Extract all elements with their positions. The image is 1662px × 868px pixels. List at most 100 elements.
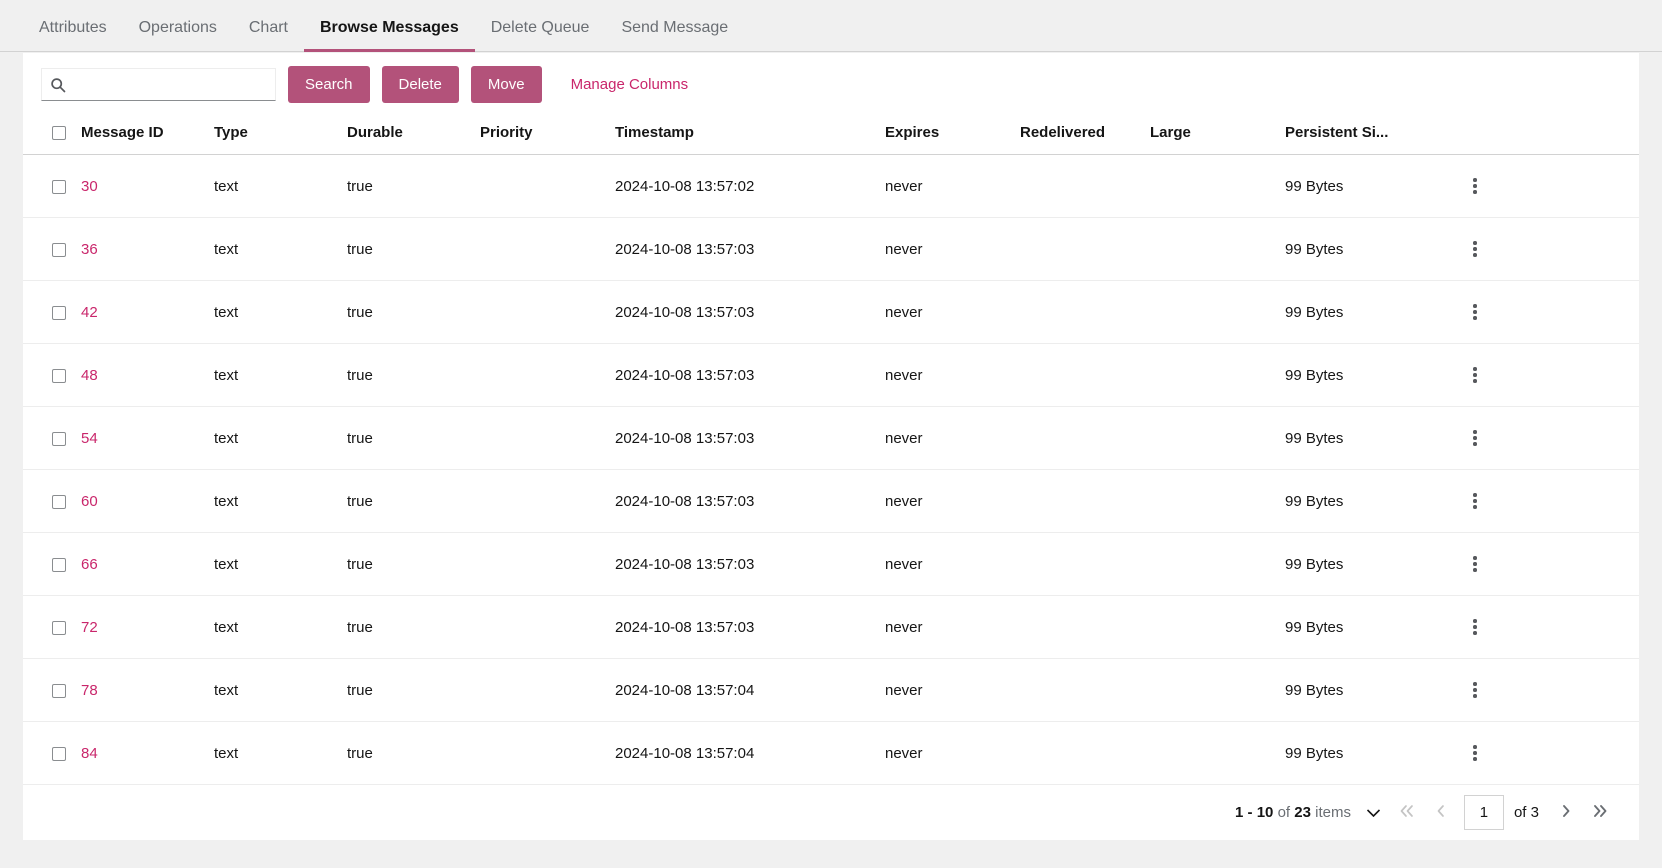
delete-button[interactable]: Delete [382,66,459,103]
column-header-priority[interactable]: Priority [480,116,615,155]
table-row[interactable]: 66texttrue2024-10-08 13:57:03never99 Byt… [23,533,1639,596]
message-id-link[interactable]: 60 [81,493,98,510]
row-checkbox[interactable] [52,369,66,383]
message-id-link[interactable]: 30 [81,178,98,195]
column-header-redelivered[interactable]: Redelivered [1020,116,1150,155]
table-row[interactable]: 48texttrue2024-10-08 13:57:03never99 Byt… [23,344,1639,407]
row-checkbox[interactable] [52,243,66,257]
row-checkbox[interactable] [52,621,66,635]
tab-chart[interactable]: Chart [233,20,304,52]
cell-large [1150,281,1285,344]
cell-timestamp: 2024-10-08 13:57:03 [615,344,885,407]
search-input[interactable] [66,68,275,101]
cell-priority [480,596,615,659]
row-checkbox[interactable] [52,558,66,572]
column-header-durable[interactable]: Durable [347,116,480,155]
cell-redelivered [1020,155,1150,218]
row-actions-kebab-icon[interactable] [1461,487,1489,515]
table-row[interactable]: 60texttrue2024-10-08 13:57:03never99 Byt… [23,470,1639,533]
manage-columns-link[interactable]: Manage Columns [571,76,689,93]
last-page-button[interactable] [1583,796,1617,830]
tab-bar: AttributesOperationsChartBrowse Messages… [0,0,1662,52]
cell-durable: true [347,533,480,596]
cell-durable: true [347,218,480,281]
cell-persistent-size: 99 Bytes [1285,155,1455,218]
column-header-expires[interactable]: Expires [885,116,1020,155]
row-actions-kebab-icon[interactable] [1461,676,1489,704]
tab-send-message[interactable]: Send Message [605,20,744,52]
cell-type: text [214,533,347,596]
row-actions-kebab-icon[interactable] [1461,424,1489,452]
cell-priority [480,407,615,470]
cell-large [1150,533,1285,596]
cell-priority [480,344,615,407]
messages-table-head: Message ID Type Durable Priority Timesta… [23,116,1639,155]
row-checkbox[interactable] [52,432,66,446]
select-all-header [23,116,81,155]
previous-page-button[interactable] [1424,796,1458,830]
cell-large [1150,659,1285,722]
search-field-wrapper[interactable] [41,68,276,101]
row-actions-kebab-icon[interactable] [1461,298,1489,326]
per-page-dropdown-toggle[interactable] [1357,799,1390,826]
row-actions-kebab-icon[interactable] [1461,172,1489,200]
message-id-link[interactable]: 84 [81,745,98,762]
table-row[interactable]: 54texttrue2024-10-08 13:57:03never99 Byt… [23,407,1639,470]
cell-timestamp: 2024-10-08 13:57:03 [615,470,885,533]
message-id-link[interactable]: 54 [81,430,98,447]
message-id-link[interactable]: 36 [81,241,98,258]
table-row[interactable]: 30texttrue2024-10-08 13:57:02never99 Byt… [23,155,1639,218]
row-checkbox[interactable] [52,306,66,320]
row-checkbox[interactable] [52,180,66,194]
tab-browse-messages[interactable]: Browse Messages [304,20,475,52]
cell-message-id: 66 [81,533,214,596]
column-header-persistent-size[interactable]: Persistent Si... [1285,116,1455,155]
table-row[interactable]: 72texttrue2024-10-08 13:57:03never99 Byt… [23,596,1639,659]
table-row[interactable]: 84texttrue2024-10-08 13:57:04never99 Byt… [23,722,1639,785]
cell-timestamp: 2024-10-08 13:57:03 [615,281,885,344]
message-id-link[interactable]: 48 [81,367,98,384]
cell-message-id: 30 [81,155,214,218]
select-all-checkbox[interactable] [52,126,66,140]
column-header-type[interactable]: Type [214,116,347,155]
tab-delete-queue[interactable]: Delete Queue [475,20,606,52]
row-actions-kebab-icon[interactable] [1461,550,1489,578]
cell-persistent-size: 99 Bytes [1285,596,1455,659]
cell-actions [1455,533,1639,596]
row-actions-kebab-icon[interactable] [1461,235,1489,263]
cell-timestamp: 2024-10-08 13:57:03 [615,407,885,470]
row-checkbox[interactable] [52,495,66,509]
row-actions-kebab-icon[interactable] [1461,739,1489,767]
column-header-timestamp[interactable]: Timestamp [615,116,885,155]
cell-large [1150,470,1285,533]
cell-priority [480,281,615,344]
tab-attributes[interactable]: Attributes [23,20,123,52]
search-button[interactable]: Search [288,66,370,103]
cell-persistent-size: 99 Bytes [1285,722,1455,785]
cell-expires: never [885,533,1020,596]
first-page-button[interactable] [1390,796,1424,830]
tab-operations[interactable]: Operations [123,20,233,52]
table-row[interactable]: 42texttrue2024-10-08 13:57:03never99 Byt… [23,281,1639,344]
message-id-link[interactable]: 72 [81,619,98,636]
row-actions-kebab-icon[interactable] [1461,361,1489,389]
row-select-cell [23,533,81,596]
row-actions-kebab-icon[interactable] [1461,613,1489,641]
cell-actions [1455,659,1639,722]
cell-large [1150,344,1285,407]
row-checkbox[interactable] [52,684,66,698]
column-header-message-id[interactable]: Message ID [81,116,214,155]
move-button[interactable]: Move [471,66,542,103]
next-page-button[interactable] [1549,796,1583,830]
cell-persistent-size: 99 Bytes [1285,659,1455,722]
table-row[interactable]: 36texttrue2024-10-08 13:57:03never99 Byt… [23,218,1639,281]
message-id-link[interactable]: 66 [81,556,98,573]
message-id-link[interactable]: 42 [81,304,98,321]
table-row[interactable]: 78texttrue2024-10-08 13:57:04never99 Byt… [23,659,1639,722]
row-checkbox[interactable] [52,747,66,761]
cell-type: text [214,722,347,785]
total-pages-label: of 3 [1514,804,1539,821]
column-header-large[interactable]: Large [1150,116,1285,155]
message-id-link[interactable]: 78 [81,682,98,699]
page-number-input[interactable] [1464,795,1504,830]
